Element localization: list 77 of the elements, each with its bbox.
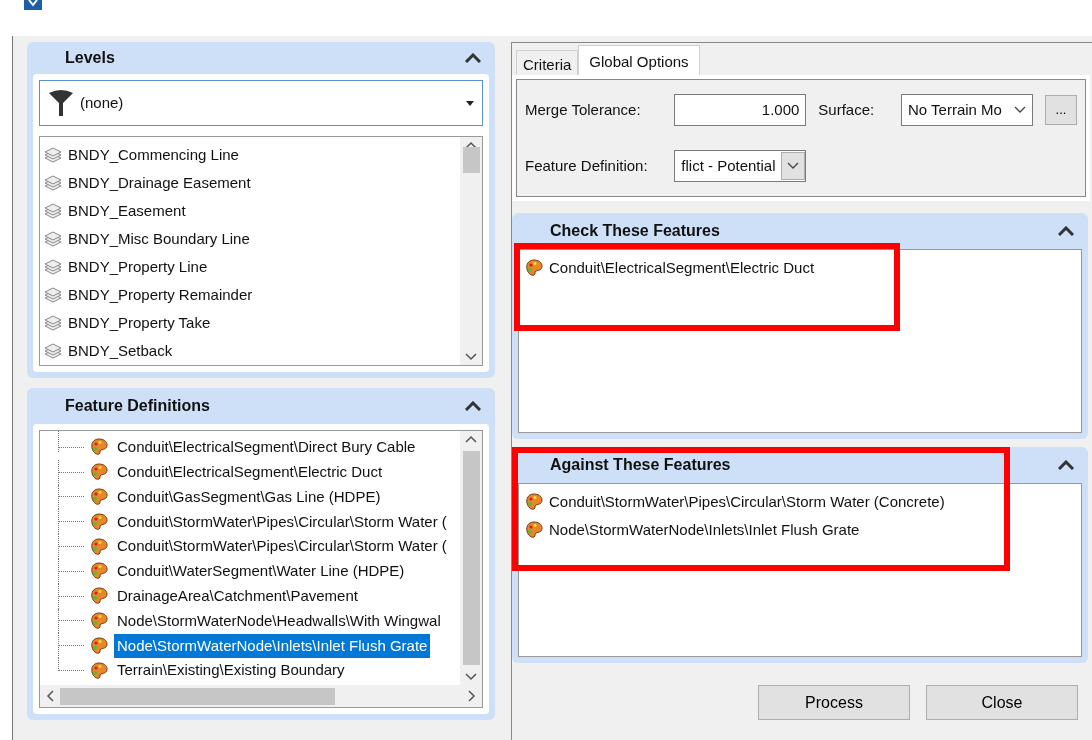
browse-button[interactable]: ... xyxy=(1045,95,1077,125)
chevron-down-icon xyxy=(787,162,800,170)
scroll-up-icon xyxy=(465,435,477,443)
level-item[interactable]: BNDY_Commencing Line xyxy=(44,141,460,169)
scroll-thumb[interactable] xyxy=(60,687,335,705)
tree-item[interactable]: Node\StormWaterNode\Headwalls\With Wingwal xyxy=(114,608,444,634)
palette-icon xyxy=(90,537,108,556)
filter-icon xyxy=(48,89,74,117)
palette-icon xyxy=(90,611,108,630)
palette-icon xyxy=(90,636,108,655)
panel-title: Against These Features xyxy=(550,455,731,475)
layers-icon xyxy=(44,259,62,275)
layers-icon xyxy=(44,203,62,219)
layers-icon xyxy=(44,175,62,191)
feature-item[interactable]: Node\StormWaterNode\Inlets\Inlet Flush Grate xyxy=(549,518,860,542)
level-item[interactable]: BNDY_Property Remainder xyxy=(44,281,460,309)
panel-title: Check These Features xyxy=(550,221,720,241)
palette-icon xyxy=(90,512,108,531)
feature-item[interactable]: Conduit\StormWater\Pipes\Circular\Storm Water (Concrete) xyxy=(549,490,945,514)
tree-item[interactable]: Conduit\ElectricalSegment\Electric Duct xyxy=(114,459,386,485)
chevron-down-icon xyxy=(465,673,477,681)
collapse-icon[interactable] xyxy=(1058,460,1074,470)
level-item[interactable]: BNDY_Misc Boundary Line xyxy=(44,225,460,253)
layers-icon xyxy=(44,315,62,331)
scroll-left-icon xyxy=(46,690,54,702)
level-item[interactable]: BNDY_Setback xyxy=(44,337,460,365)
palette-icon xyxy=(525,259,543,277)
layers-icon xyxy=(44,231,62,247)
feature-item[interactable]: Conduit\ElectricalSegment\Electric Duct xyxy=(549,256,815,280)
tree-item[interactable]: Terrain\Existing\Existing Boundary xyxy=(114,658,348,683)
panel-title: Feature Definitions xyxy=(65,396,210,416)
dialog-button[interactable]: Process xyxy=(758,685,910,720)
level-item[interactable]: BNDY_Easement xyxy=(44,197,460,225)
dropdown-arrow-icon xyxy=(466,100,474,106)
dialog-button[interactable]: Close xyxy=(926,685,1078,720)
scroll-right-icon xyxy=(468,690,476,702)
tree-item[interactable]: Conduit\ElectricalSegment\Direct Bury Cable xyxy=(114,435,419,460)
tree-item[interactable]: DrainageArea\Catchment\Pavement xyxy=(114,583,361,609)
level-item[interactable]: BNDY_Drainage Easement xyxy=(44,169,460,197)
dropdown-value: (none) xyxy=(80,92,125,113)
chevron-down-icon xyxy=(465,353,477,361)
palette-icon xyxy=(525,493,543,511)
palette-icon xyxy=(90,587,108,606)
tree-item[interactable]: Conduit\StormWater\Pipes\Circular\Storm Water ( xyxy=(114,509,450,535)
tree-item[interactable]: Conduit\WaterSegment\Water Line (HDPE) xyxy=(114,559,408,584)
palette-icon xyxy=(90,463,108,482)
field-label: Merge Tolerance: xyxy=(525,99,642,120)
tree-item[interactable]: Conduit\StormWater\Pipes\Circular\Storm Water ( xyxy=(114,534,450,559)
layers-icon xyxy=(44,343,62,359)
feature-definition-dropdown[interactable]: flict - Potential xyxy=(674,150,807,182)
palette-icon xyxy=(525,521,543,539)
palette-icon xyxy=(90,661,108,680)
filter-dropdown[interactable]: (none) xyxy=(39,80,483,126)
tree-item[interactable]: Node\StormWaterNode\Inlets\Inlet Flush Grate xyxy=(114,633,431,658)
vertical-scrollbar[interactable] xyxy=(460,137,482,365)
scroll-up-icon xyxy=(465,141,477,149)
level-item[interactable]: BNDY_Property Line xyxy=(44,253,460,281)
layers-icon xyxy=(44,287,62,303)
merge-tolerance-field[interactable]: 1.000 xyxy=(674,94,807,126)
tree-item[interactable]: Conduit\GasSegment\Gas Line (HDPE) xyxy=(114,484,384,510)
panel-title: Levels xyxy=(65,48,115,68)
level-item[interactable]: BNDY_Property Take xyxy=(44,309,460,337)
chevron-down-icon xyxy=(1014,106,1026,114)
surface-dropdown[interactable]: No Terrain Mo xyxy=(901,94,1033,126)
vertical-scrollbar[interactable] xyxy=(460,431,482,685)
palette-icon xyxy=(90,488,108,506)
field-label: Surface: xyxy=(818,99,876,120)
scroll-thumb[interactable] xyxy=(462,147,480,173)
palette-icon xyxy=(90,438,108,457)
horizontal-scrollbar[interactable] xyxy=(40,685,482,707)
collapse-icon[interactable] xyxy=(465,401,481,411)
layers-icon xyxy=(44,147,62,163)
collapse-icon[interactable] xyxy=(1058,226,1074,236)
palette-icon xyxy=(90,562,108,581)
field-label: Feature Definition: xyxy=(525,155,649,176)
collapse-icon[interactable] xyxy=(465,53,481,63)
scroll-thumb[interactable] xyxy=(462,451,480,665)
